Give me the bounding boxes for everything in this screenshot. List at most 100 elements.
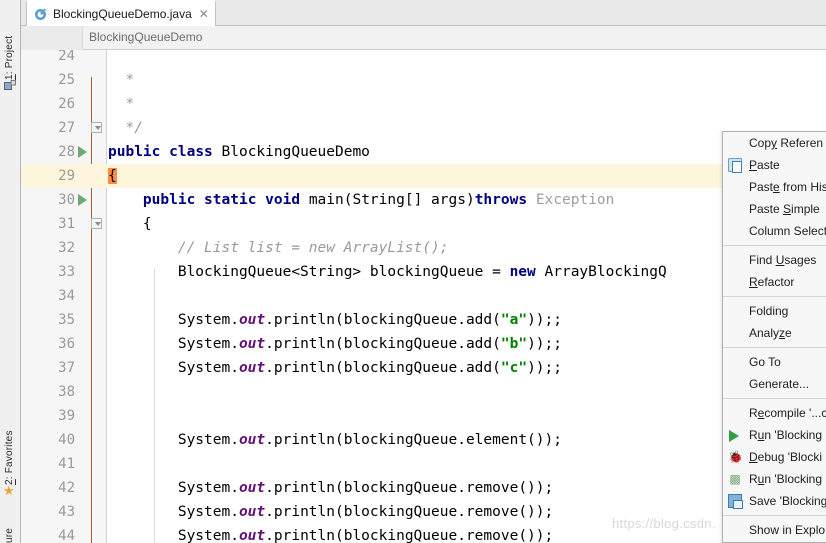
line-number: 28	[58, 144, 75, 160]
menu-item-find-usages[interactable]: Find Usages	[723, 249, 826, 271]
line-number: 42	[58, 480, 75, 496]
code-text: BlockingQueue<String> blockingQueue = ne…	[108, 264, 667, 280]
breadcrumb-gutter-spacer	[21, 26, 83, 50]
menu-item-generate[interactable]: Generate...	[723, 373, 826, 395]
sidebar-item-structure[interactable]: ure	[0, 491, 20, 543]
idea-editor-window: 1: Project 2: Favorites ★ ure BlockingQu…	[0, 0, 826, 543]
code-line-38[interactable]: 38	[21, 380, 826, 404]
code-editor[interactable]: 24 25 * 26 * 27 */28 public class BlockingQu…	[21, 50, 826, 543]
menu-item-go-to[interactable]: Go To	[723, 351, 826, 373]
code-text: *	[108, 96, 135, 112]
code-line-32[interactable]: 32 // List list = new ArrayList();	[21, 236, 826, 260]
menu-item-label: Recompile '...c	[749, 406, 826, 420]
menu-item-copy-referen[interactable]: Copy Referen	[723, 132, 826, 154]
code-line-33[interactable]: 33 BlockingQueue<String> blockingQueue =…	[21, 260, 826, 284]
line-number: 38	[58, 384, 75, 400]
code-line-26[interactable]: 26 *	[21, 92, 826, 116]
menu-item-paste-from-his[interactable]: Paste from His	[723, 176, 826, 198]
java-class-file-icon	[35, 8, 47, 20]
line-number: 35	[58, 312, 75, 328]
fold-marker-icon[interactable]	[91, 122, 102, 133]
line-number: 43	[58, 504, 75, 520]
menu-item-label: Debug 'Blocki	[749, 450, 823, 464]
menu-item-label: Paste Simple	[749, 202, 820, 216]
code-line-34[interactable]: 34	[21, 284, 826, 308]
code-line-39[interactable]: 39	[21, 404, 826, 428]
code-text: public class BlockingQueueDemo	[108, 144, 370, 160]
code-line-43[interactable]: 43 System.out.println(blockingQueue.remo…	[21, 500, 826, 524]
menu-item-paste-simple[interactable]: Paste Simple	[723, 198, 826, 220]
line-number: 36	[58, 336, 75, 352]
menu-item-analyze[interactable]: Analyze	[723, 322, 826, 344]
code-line-36[interactable]: 36 System.out.println(blockingQueue.add(…	[21, 332, 826, 356]
run-gutter-icon[interactable]	[78, 194, 87, 206]
code-line-29[interactable]: 29 {	[21, 164, 826, 188]
menu-item-label: Go To	[749, 355, 781, 369]
code-line-37[interactable]: 37 System.out.println(blockingQueue.add(…	[21, 356, 826, 380]
run-gutter-icon[interactable]	[78, 146, 87, 158]
line-number: 44	[58, 528, 75, 543]
sidebar-item-project[interactable]: 1: Project	[0, 2, 20, 80]
save-icon	[728, 494, 743, 509]
code-line-44[interactable]: 44 System.out.println(blockingQueue.remo…	[21, 524, 826, 543]
menu-item-label: Analyze	[749, 326, 792, 340]
line-number: 26	[58, 96, 75, 112]
close-icon[interactable]: ✕	[199, 8, 209, 20]
menu-separator	[723, 347, 826, 348]
menu-item-label: Column Select	[749, 224, 826, 238]
menu-separator	[723, 296, 826, 297]
tab-label: BlockingQueueDemo.java	[53, 7, 192, 21]
code-line-27[interactable]: 27 */	[21, 116, 826, 140]
line-number: 41	[58, 456, 75, 472]
code-line-30[interactable]: 30 public static void main(String[] args…	[21, 188, 826, 212]
fold-marker-icon[interactable]	[91, 218, 102, 229]
code-line-41[interactable]: 41	[21, 452, 826, 476]
line-number: 40	[58, 432, 75, 448]
tab-blockingqueuedemo-java[interactable]: BlockingQueueDemo.java ✕	[26, 0, 216, 26]
menu-item-label: Paste from His	[749, 180, 826, 194]
code-line-28[interactable]: 28 public class BlockingQueueDemo	[21, 140, 826, 164]
run-icon	[729, 430, 739, 442]
menu-item-run-blocking[interactable]: Run 'Blocking	[723, 424, 826, 446]
menu-item-column-select[interactable]: Column Select	[723, 220, 826, 242]
line-number: 29	[58, 168, 75, 184]
sidebar-item-favorites[interactable]: 2: Favorites	[0, 393, 20, 485]
line-number: 37	[58, 360, 75, 376]
line-number: 25	[58, 72, 75, 88]
menu-item-label: Show in Explo	[749, 523, 826, 537]
code-text: System.out.println(blockingQueue.add("c"…	[108, 360, 562, 376]
code-line-25[interactable]: 25 *	[21, 68, 826, 92]
menu-item-paste[interactable]: Paste	[723, 154, 826, 176]
menu-item-folding[interactable]: Folding	[723, 300, 826, 322]
menu-item-debug-blocki[interactable]: 🐞 Debug 'Blocki	[723, 446, 826, 468]
method-indent-guide	[154, 269, 155, 543]
left-tool-window-stripe: 1: Project 2: Favorites ★ ure	[0, 0, 21, 543]
code-text: System.out.println(blockingQueue.add("b"…	[108, 336, 562, 352]
breadcrumb[interactable]: BlockingQueueDemo	[89, 30, 202, 44]
code-line-24[interactable]: 24	[21, 50, 826, 68]
menu-item-label: Refactor	[749, 275, 795, 289]
code-line-40[interactable]: 40 System.out.println(blockingQueue.elem…	[21, 428, 826, 452]
project-module-icon	[4, 80, 16, 90]
code-text: {	[108, 168, 117, 184]
line-number: 27	[58, 120, 75, 136]
code-line-42[interactable]: 42 System.out.println(blockingQueue.remo…	[21, 476, 826, 500]
line-number: 30	[58, 192, 75, 208]
menu-item-recompile-c[interactable]: Recompile '...c	[723, 402, 826, 424]
line-number: 32	[58, 240, 75, 256]
code-text: System.out.println(blockingQueue.element…	[108, 432, 562, 448]
editor-context-menu[interactable]: Copy Referen Paste Paste from His Paste Sim…	[722, 131, 826, 543]
menu-item-label: Run 'Blocking	[749, 472, 823, 486]
menu-item-run-blocking[interactable]: ▩ Run 'Blocking	[723, 468, 826, 490]
paste-icon	[728, 158, 742, 173]
line-number: 34	[58, 288, 75, 304]
code-text: */	[108, 120, 143, 136]
sidebar-project-label: : Project	[4, 35, 15, 75]
menu-item-show-in-explo[interactable]: Show in Explo	[723, 519, 826, 541]
code-line-35[interactable]: 35 System.out.println(blockingQueue.add(…	[21, 308, 826, 332]
code-line-31[interactable]: 31 {	[21, 212, 826, 236]
sidebar-favorites-label: : Favorites	[4, 430, 15, 480]
menu-item-save-blocking[interactable]: Save 'Blocking	[723, 490, 826, 512]
menu-item-refactor[interactable]: Refactor	[723, 271, 826, 293]
code-text: // List list = new ArrayList();	[108, 240, 449, 256]
